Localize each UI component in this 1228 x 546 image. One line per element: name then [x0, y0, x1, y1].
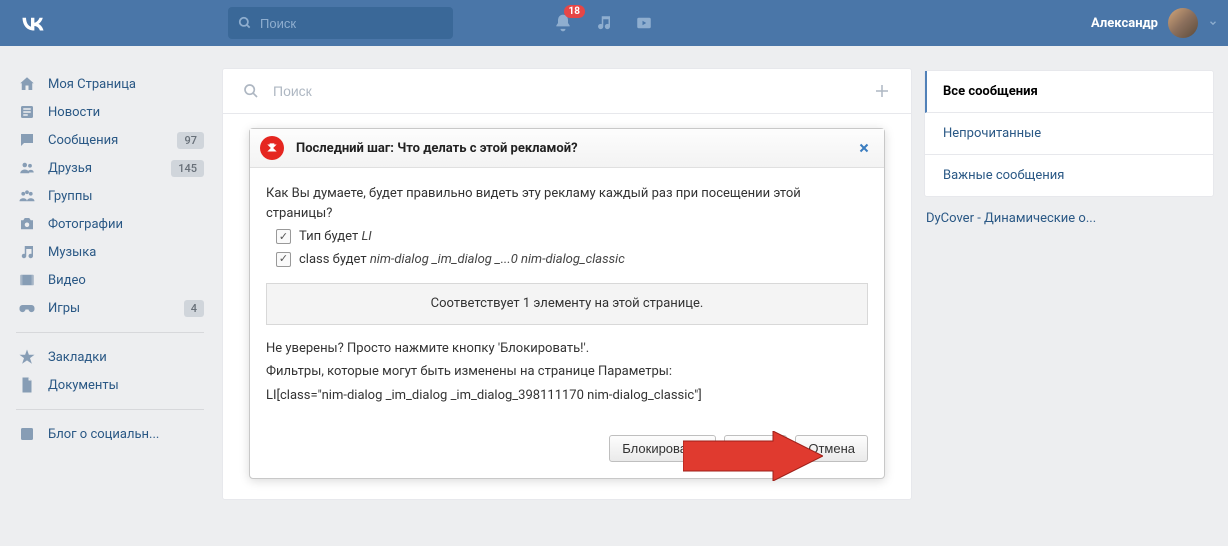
unsure-hint-text: Не уверены? Просто нажмите кнопку 'Блоки…: [266, 339, 868, 359]
dialog-button-row: Блокировать! Назад Отмена: [250, 427, 884, 478]
match-count-box: Соответствует 1 элементу на этой страниц…: [266, 283, 868, 325]
header-search-input[interactable]: [260, 16, 443, 31]
dialog-question-text: Как Вы думаете, будет правильно видеть э…: [266, 184, 868, 223]
sidebar-separator: [16, 332, 204, 333]
music-note-icon: [16, 243, 38, 261]
user-menu[interactable]: Александр: [1091, 8, 1218, 38]
dialog-body: Как Вы думаете, будет правильно видеть э…: [250, 168, 884, 427]
checkbox-icon[interactable]: ✓: [276, 252, 291, 267]
header-search[interactable]: [228, 7, 453, 39]
right-sidebar: Все сообщения Непрочитанные Важные сообщ…: [924, 46, 1214, 500]
sidebar-item-label: Блог о социальн...: [48, 427, 204, 442]
user-name-label: Александр: [1091, 16, 1158, 31]
sidebar-item-blog[interactable]: Блог о социальн...: [10, 420, 210, 448]
sidebar-item-label: Моя Страница: [48, 77, 204, 92]
sidebar-item-documents[interactable]: Документы: [10, 371, 210, 399]
music-icon[interactable]: [595, 14, 613, 32]
messages-panel: Последний шаг: Что делать с этой рекламо…: [222, 68, 912, 500]
sidebar-separator: [16, 409, 204, 410]
sidebar-item-label: Группы: [48, 189, 204, 204]
sidebar-item-label: Документы: [48, 378, 204, 393]
adblock-dialog: Последний шаг: Что делать с этой рекламо…: [249, 128, 885, 479]
left-sidebar: Моя Страница Новости Сообщения 97 Друзья…: [10, 46, 210, 500]
dialog-close-icon[interactable]: [854, 142, 874, 154]
film-icon: [16, 271, 38, 289]
new-message-icon[interactable]: [873, 82, 891, 100]
sidebar-item-bookmarks[interactable]: Закладки: [10, 343, 210, 371]
app-header: 18 Александр: [0, 0, 1228, 46]
sidebar-badge: 4: [184, 300, 204, 317]
sidebar-item-label: Закладки: [48, 350, 204, 365]
notifications-icon[interactable]: 18: [553, 13, 573, 33]
checkbox-label: class будет nim-dialog _im_dialog _...0 …: [299, 250, 625, 270]
news-icon: [16, 103, 38, 121]
sidebar-item-label: Новости: [48, 105, 204, 120]
star-icon: [16, 348, 38, 366]
notification-badge: 18: [564, 5, 585, 18]
sidebar-item-friends[interactable]: Друзья 145: [10, 154, 210, 182]
sidebar-item-label: Друзья: [48, 161, 171, 176]
main-content: Последний шаг: Что делать с этой рекламо…: [222, 46, 912, 500]
checkbox-row-class[interactable]: ✓ class будет nim-dialog _im_dialog _...…: [276, 250, 868, 270]
sidebar-item-news[interactable]: Новости: [10, 98, 210, 126]
sidebar-item-messages[interactable]: Сообщения 97: [10, 126, 210, 154]
messages-search-input[interactable]: [273, 83, 873, 99]
block-button[interactable]: Блокировать!: [609, 435, 716, 462]
stop-icon: [260, 136, 284, 160]
sidebar-item-photos[interactable]: Фотографии: [10, 210, 210, 238]
panel-search-row: [223, 69, 911, 114]
filter-tab-all[interactable]: Все сообщения: [925, 71, 1213, 113]
sidebar-item-groups[interactable]: Группы: [10, 182, 210, 210]
checkbox-icon[interactable]: ✓: [276, 229, 291, 244]
gamepad-icon: [16, 299, 38, 317]
document-icon: [16, 376, 38, 394]
messages-icon: [16, 131, 38, 149]
header-icons-group: 18: [553, 13, 653, 33]
groups-icon: [16, 187, 38, 205]
home-icon: [16, 75, 38, 93]
search-icon: [243, 83, 259, 99]
sidebar-item-games[interactable]: Игры 4: [10, 294, 210, 322]
filter-tab-unread[interactable]: Непрочитанные: [925, 113, 1213, 155]
blog-icon: [16, 425, 38, 443]
dycover-link[interactable]: DyCover - Динамические о...: [924, 197, 1214, 226]
checkbox-row-type[interactable]: ✓ Тип будет LI: [276, 227, 868, 247]
dialog-header: Последний шаг: Что делать с этой рекламо…: [250, 129, 884, 168]
user-avatar: [1168, 8, 1198, 38]
sidebar-item-video[interactable]: Видео: [10, 266, 210, 294]
message-filter-panel: Все сообщения Непрочитанные Важные сообщ…: [924, 70, 1214, 197]
search-icon: [238, 16, 252, 30]
chevron-down-icon: [1208, 18, 1218, 28]
sidebar-item-label: Сообщения: [48, 133, 177, 148]
sidebar-item-label: Фотографии: [48, 217, 204, 232]
video-play-icon[interactable]: [635, 14, 653, 32]
sidebar-badge: 145: [171, 160, 204, 177]
sidebar-item-label: Музыка: [48, 245, 204, 260]
filters-label-text: Фильтры, которые могут быть изменены на …: [266, 362, 868, 382]
sidebar-item-label: Видео: [48, 273, 204, 288]
back-button[interactable]: Назад: [724, 435, 787, 462]
friends-icon: [16, 159, 38, 177]
filter-tab-important[interactable]: Важные сообщения: [925, 155, 1213, 196]
sidebar-item-music[interactable]: Музыка: [10, 238, 210, 266]
cancel-button[interactable]: Отмена: [795, 435, 868, 462]
sidebar-item-label: Игры: [48, 301, 184, 316]
sidebar-badge: 97: [177, 132, 204, 149]
dialog-container: Последний шаг: Что делать с этой рекламо…: [223, 114, 911, 499]
vk-logo-icon[interactable]: [18, 8, 48, 38]
sidebar-item-my-page[interactable]: Моя Страница: [10, 70, 210, 98]
dialog-title: Последний шаг: Что делать с этой рекламо…: [296, 141, 578, 156]
camera-icon: [16, 215, 38, 233]
checkbox-label: Тип будет LI: [299, 227, 372, 247]
filters-value-text: LI[class="nim-dialog _im_dialog _im_dial…: [266, 386, 868, 406]
